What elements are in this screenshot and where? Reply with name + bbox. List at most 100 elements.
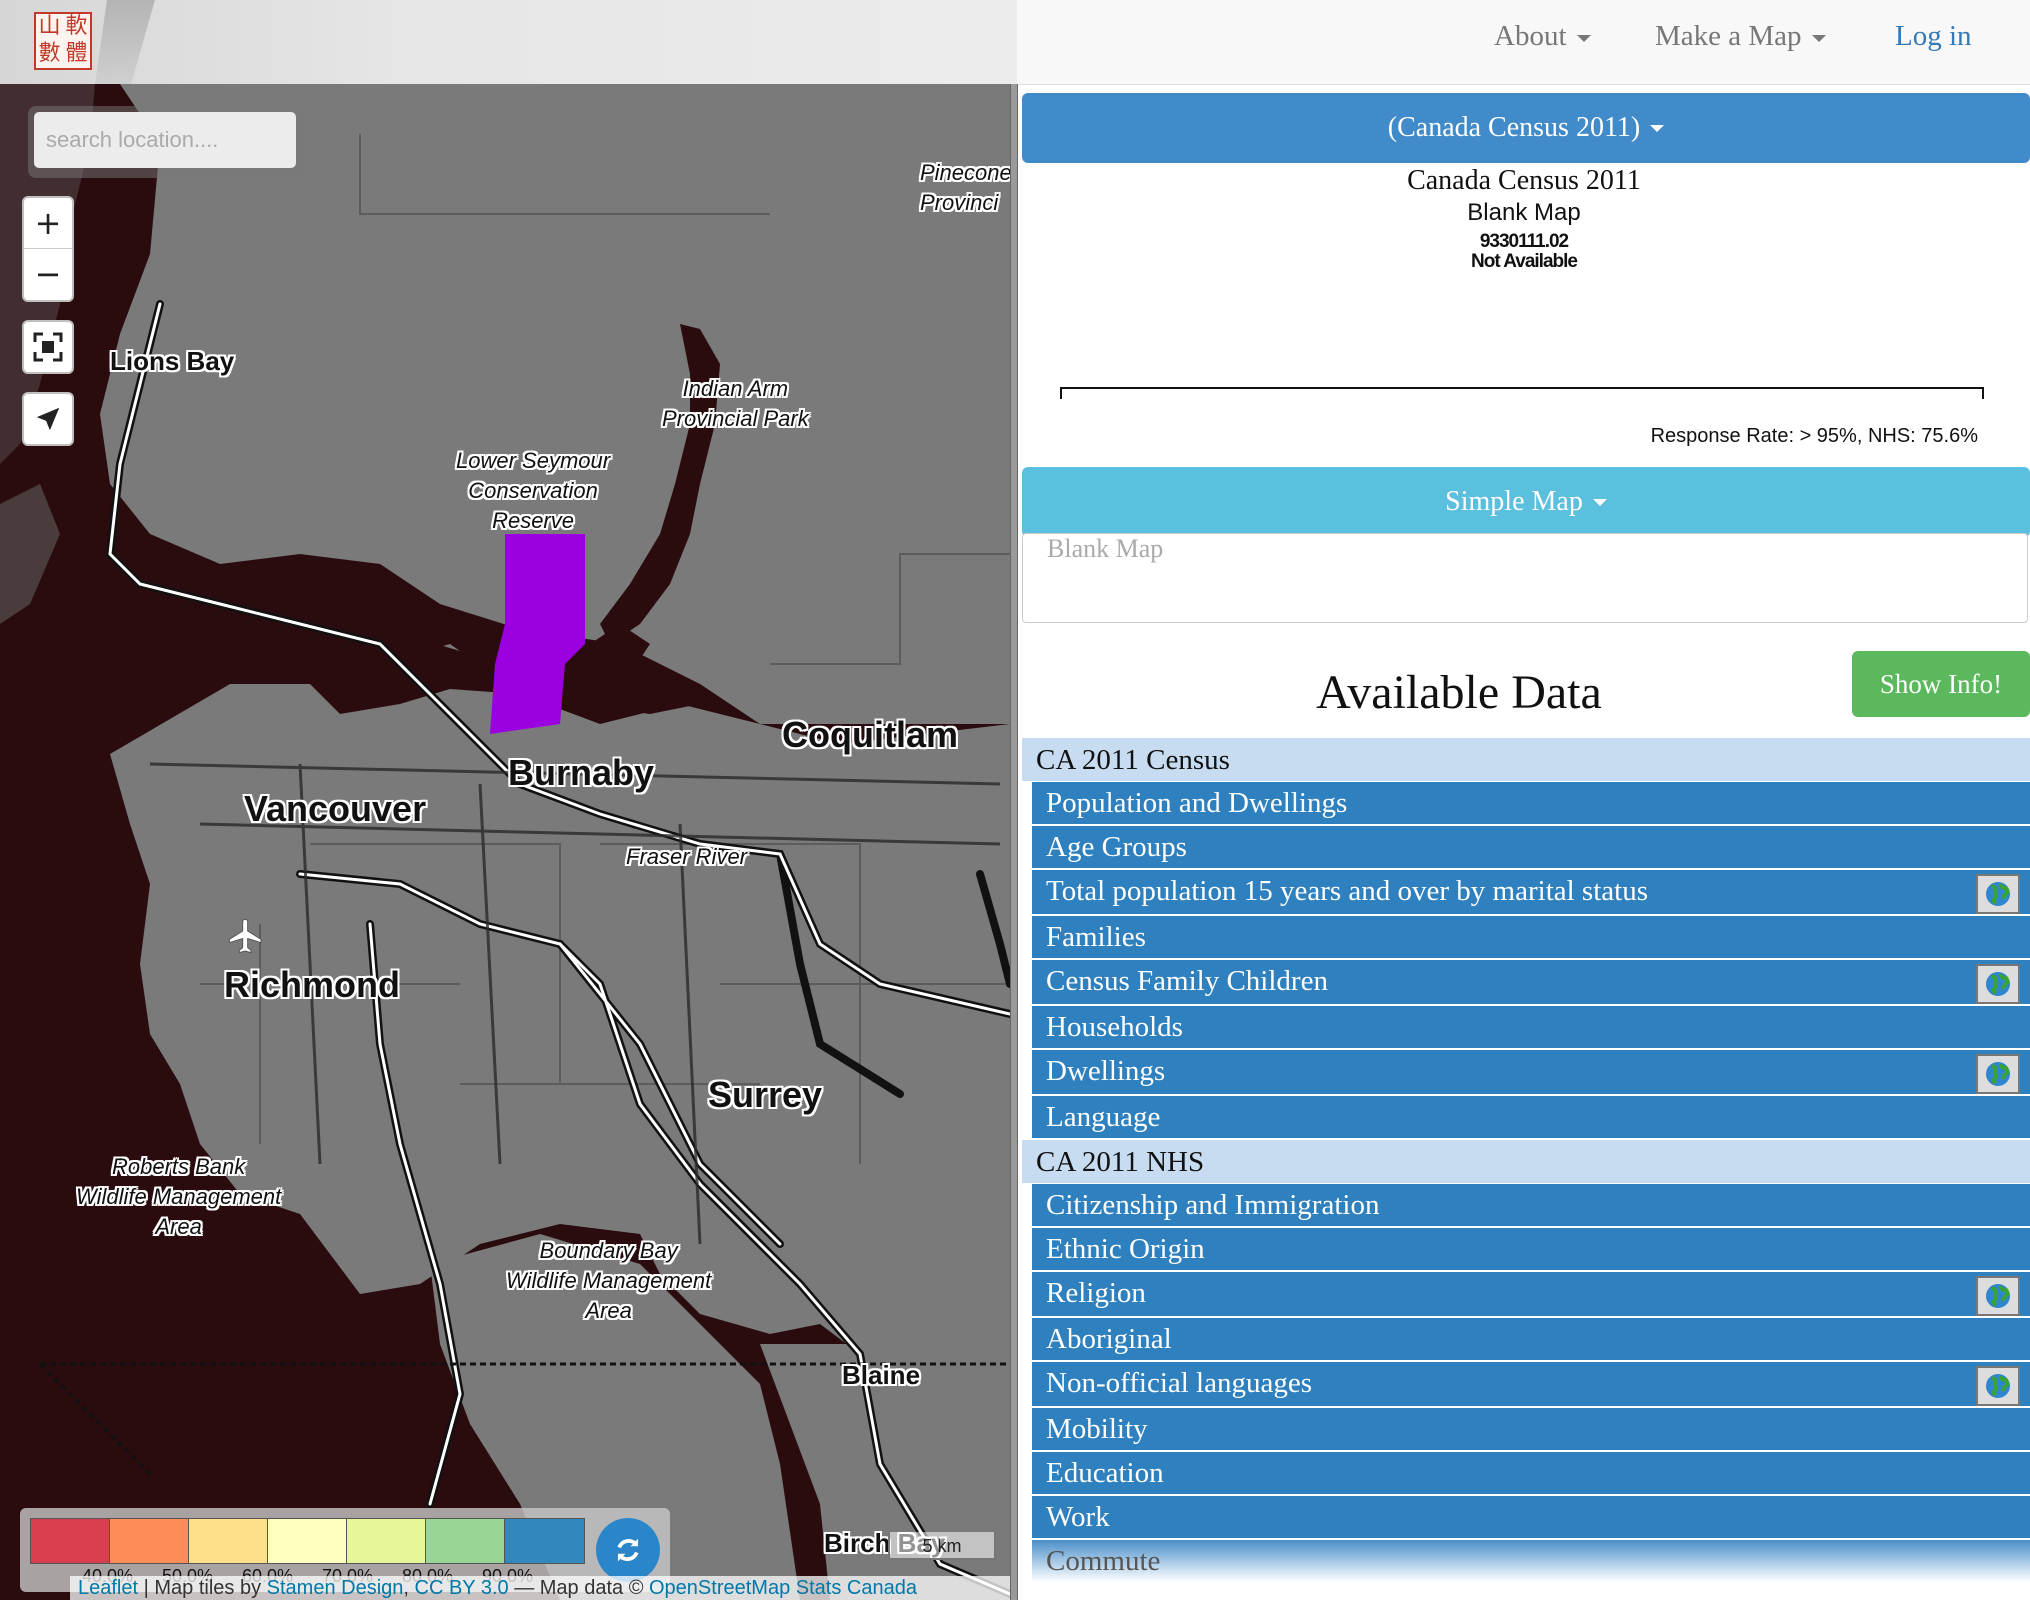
region-id: 9330111.02 [1479,231,1569,252]
map-label-vancouver: Vancouver [244,788,427,829]
globe-icon [1986,882,2010,906]
location-arrow-icon [36,407,60,431]
data-category-item[interactable]: Families [1032,916,2030,960]
data-category-label: Population and Dwellings [1046,787,1348,819]
map-scale: 5 km [888,1532,996,1560]
map-attribution: Leaflet | Map tiles by Stamen Design, CC… [70,1576,1010,1600]
region-value: Not Available [1471,251,1578,272]
map-label-lions-bay: Lions Bay [110,346,235,376]
data-category-label: Dwellings [1046,1055,1166,1087]
data-category-item[interactable]: Aboriginal [1032,1318,2030,1362]
legend-swatch [268,1519,347,1563]
map-label-richmond: Richmond [224,964,400,1005]
data-category-item[interactable]: Non-official languages [1032,1362,2030,1408]
map-label-coquitlam: Coquitlam [782,714,958,755]
map-type-dropdown-button[interactable]: Simple Map [1022,467,2030,537]
locate-me-button[interactable] [24,394,72,444]
search-container [28,106,310,178]
available-data-list: CA 2011 Census Population and Dwellings Ag… [1022,738,2030,1584]
fullscreen-control [22,320,74,374]
ccby-link[interactable]: CC BY 3.0 [415,1577,509,1599]
caret-down-icon [1650,124,1665,132]
zoom-out-button[interactable]: − [24,248,72,299]
data-category-label: Work [1046,1501,1110,1533]
globe-icon [1986,972,2010,996]
brand-logo[interactable]: 山 軟 數 體 [34,12,92,70]
globe-map-button[interactable] [1976,1054,2020,1094]
map-label-surrey: Surrey [708,1074,823,1115]
map-label-blaine: Blaine [842,1360,921,1390]
data-category-item[interactable]: Population and Dwellings [1032,782,2030,826]
data-category-item[interactable]: Census Family Children [1032,960,2030,1006]
refresh-legend-button[interactable] [596,1518,660,1582]
data-category-label: Census Family Children [1046,965,1328,997]
data-group-header[interactable]: CA 2011 NHS [1022,1140,2030,1184]
globe-map-button[interactable] [1976,964,2020,1004]
data-category-label: Ethnic Origin [1046,1233,1205,1265]
available-data-heading: Available Data [1316,666,1602,719]
logo-char: 軟 [65,14,88,39]
nav-login-link[interactable]: Log in [1895,20,1972,53]
map-label-line: Provinci [920,190,999,215]
map-canvas[interactable]: Lions Bay Indian Arm Provincial Park Pin… [0,84,1010,1600]
data-category-item[interactable]: Age Groups [1032,826,2030,870]
legend-swatch [426,1519,505,1563]
info-title: Canada Census 2011 [1407,165,1641,196]
search-location-input[interactable] [34,112,296,168]
map-label-line: Lower Seymour [456,448,611,473]
zoom-control: + − [22,196,74,302]
attribution-text: — Map data © [508,1577,649,1599]
attribution-text: , [403,1577,415,1599]
data-category-item[interactable]: Ethnic Origin [1032,1228,2030,1272]
dataset-dropdown-button[interactable]: (Canada Census 2011) [1022,93,2030,163]
data-category-item[interactable]: Commute [1032,1540,2030,1584]
globe-icon [1986,1062,2010,1086]
data-category-item[interactable]: Dwellings [1032,1050,2030,1096]
data-category-item[interactable]: Work [1032,1496,2030,1540]
data-category-item[interactable]: Citizenship and Immigration [1032,1184,2030,1228]
map-label-line: Indian Arm [682,376,789,401]
statscan-link[interactable]: Stats Canada [796,1577,917,1599]
data-category-label: Households [1046,1011,1183,1043]
logo-char: 山 [38,14,61,39]
map-notes-textarea[interactable]: Blank Map [1022,533,2028,623]
nav-make-map-label: Make a Map [1655,20,1802,52]
logo-char: 數 [38,41,61,66]
fullscreen-button[interactable] [24,322,72,372]
globe-icon [1986,1374,2010,1398]
zoom-in-button[interactable]: + [24,198,72,248]
nav-about-dropdown[interactable]: About [1494,20,1591,53]
data-category-item[interactable]: Mobility [1032,1408,2030,1452]
nav-make-map-dropdown[interactable]: Make a Map [1655,20,1826,53]
map-label-line: Wildlife Management [76,1184,282,1209]
data-category-label: Education [1046,1457,1164,1489]
data-category-item[interactable]: Education [1032,1452,2030,1496]
panel-splitter[interactable] [1010,84,1018,1600]
globe-map-button[interactable] [1976,1366,2020,1406]
data-category-item[interactable]: Households [1032,1006,2030,1050]
map-label-fraser-river: Fraser River [626,844,748,869]
leaflet-link[interactable]: Leaflet [78,1577,138,1599]
response-rate-text: Response Rate: > 95%, NHS: 75.6% [1650,425,1978,447]
data-category-label: Citizenship and Immigration [1046,1189,1380,1221]
data-category-item[interactable]: Religion [1032,1272,2030,1318]
globe-map-button[interactable] [1976,1276,2020,1316]
data-group-header[interactable]: CA 2011 Census [1022,738,2030,782]
data-category-item[interactable]: Language [1032,1096,2030,1140]
side-panel: (Canada Census 2011) Canada Census 2011 … [1018,85,2030,1600]
globe-map-button[interactable] [1976,874,2020,914]
map-label-line: Provincial Park [662,406,809,431]
bowen-island [0,484,60,624]
show-info-button[interactable]: Show Info! [1852,651,2030,717]
caret-down-icon [1592,498,1607,506]
stamen-link[interactable]: Stamen Design [267,1577,404,1599]
osm-link[interactable]: OpenStreetMap [649,1577,790,1599]
caret-down-icon [1811,34,1826,42]
data-category-item[interactable]: Total population 15 years and over by ma… [1032,870,2030,916]
map-label-line: Area [585,1298,632,1323]
nav-about-label: About [1494,20,1567,52]
map-label-line: Reserve [492,508,574,533]
attribution-text: | Map tiles by [138,1577,267,1599]
data-category-label: Age Groups [1046,831,1187,863]
logo-banner [0,0,1017,84]
